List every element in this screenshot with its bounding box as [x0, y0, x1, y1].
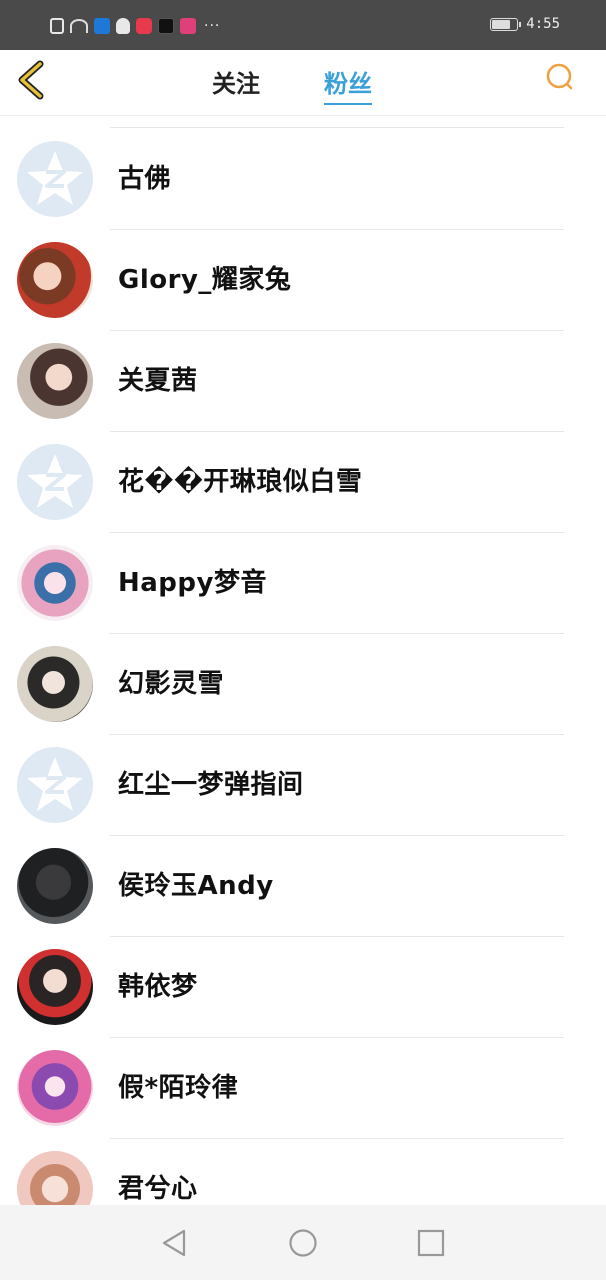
more-notifications: ··· [204, 18, 221, 34]
avatar [17, 242, 93, 318]
list-item[interactable]: 关夏茜 [0, 330, 606, 431]
status-bar: ··· 4:55 [0, 0, 606, 50]
fan-name: 关夏茜 [118, 366, 198, 396]
alert-icon [50, 18, 64, 34]
fan-name: Glory_耀家兔 [118, 265, 292, 295]
avatar [17, 1050, 93, 1126]
chevron-left-icon [18, 60, 44, 100]
tab-following[interactable]: 关注 [212, 64, 260, 99]
list-item[interactable]: 红尘一梦弹指间 [0, 734, 606, 835]
fan-name: 假*陌玲律 [118, 1073, 239, 1103]
shield-app-icon [94, 18, 110, 34]
fan-name: 韩依梦 [118, 972, 198, 1002]
list-item[interactable]: 花��开琳琅似白雪 [0, 431, 606, 532]
fan-name: 古佛 [118, 164, 172, 194]
search-icon [546, 63, 573, 90]
list-item[interactable]: 幻影灵雪 [0, 633, 606, 734]
default-avatar-icon [17, 141, 93, 217]
star-logo-icon [27, 757, 83, 811]
star-logo-icon [27, 454, 83, 508]
clock: 4:55 [526, 16, 560, 32]
list-item[interactable]: Glory_耀家兔 [0, 229, 606, 330]
fans-list[interactable]: 古佛 Glory_耀家兔 关夏茜 花��开琳琅似白雪 Happy梦音 幻影灵雪 … [0, 115, 606, 1205]
fan-name: 红尘一梦弹指间 [118, 770, 304, 800]
calendar-app-icon [180, 18, 196, 34]
home-circle-icon[interactable] [287, 1227, 319, 1259]
fan-name: 幻影灵雪 [118, 669, 225, 699]
list-item[interactable]: 韩依梦 [0, 936, 606, 1037]
fan-name: 侯玲玉Andy [118, 871, 274, 901]
battery-icon [490, 17, 522, 31]
list-item[interactable]: 侯玲玉Andy [0, 835, 606, 936]
top-nav-header: 关注 粉丝 [0, 50, 606, 116]
music-app-icon [136, 18, 152, 34]
fan-name: 花��开琳琅似白雪 [118, 467, 363, 497]
tiktok-icon [158, 18, 174, 34]
wifi-icon [70, 19, 88, 33]
fan-name: 君兮心 [118, 1174, 198, 1204]
avatar [17, 949, 93, 1025]
avatar [17, 343, 93, 419]
tab-fans[interactable]: 粉丝 [324, 64, 372, 105]
list-item[interactable]: 古佛 [0, 128, 606, 229]
list-item[interactable]: Happy梦音 [0, 532, 606, 633]
avatar [17, 848, 93, 924]
qq-icon [116, 18, 130, 34]
default-avatar-icon [17, 444, 93, 520]
back-button[interactable] [12, 58, 52, 102]
notification-icons: ··· [50, 16, 220, 36]
avatar [17, 646, 93, 722]
list-item[interactable]: 君兮心 [0, 1138, 606, 1205]
search-button[interactable] [542, 60, 578, 96]
avatar [17, 1151, 93, 1205]
star-logo-icon [27, 151, 83, 205]
default-avatar-icon [17, 747, 93, 823]
system-nav-bar [0, 1205, 606, 1280]
back-triangle-icon[interactable] [158, 1227, 190, 1259]
avatar [17, 545, 93, 621]
recents-square-icon[interactable] [415, 1227, 447, 1259]
fan-name: Happy梦音 [118, 568, 267, 598]
list-item[interactable]: 假*陌玲律 [0, 1037, 606, 1138]
